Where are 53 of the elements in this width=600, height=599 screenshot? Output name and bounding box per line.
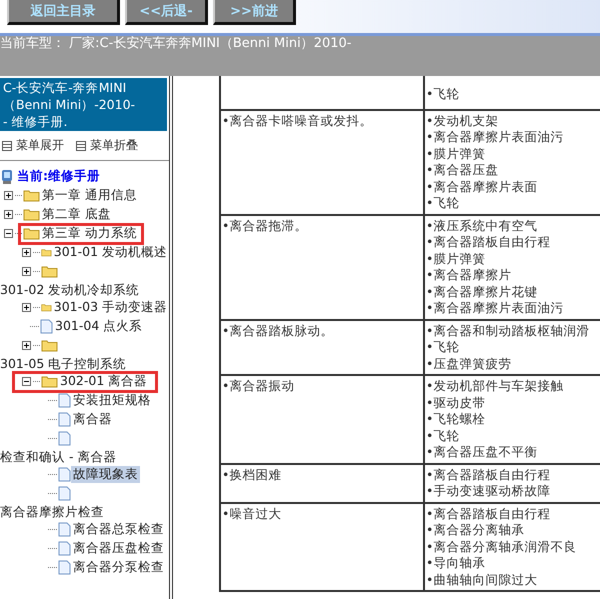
symptom-cell: •离合器踏板脉动。	[220, 320, 424, 375]
document-icon	[58, 486, 71, 501]
symptom-cell: •离合器振动	[220, 375, 424, 464]
document-icon	[58, 393, 71, 408]
manual-title: C-长安汽车-奔奔MINI（Benni Mini）-2010-- 维修手册.	[0, 78, 167, 131]
folder-icon	[41, 265, 58, 278]
symptom-cell: •离合器拖滞。	[220, 214, 424, 320]
expand-toggle[interactable]	[22, 341, 31, 350]
folder-icon	[41, 339, 58, 352]
expand-toggle[interactable]	[22, 267, 31, 276]
document-icon	[58, 541, 71, 556]
symptom-cell: •离合器卡嗒噪音或发抖。	[220, 110, 424, 214]
tree-item[interactable]: 检查和确认 - 离合器	[0, 448, 116, 465]
expand-toggle[interactable]	[22, 377, 31, 386]
document-icon	[58, 522, 71, 537]
tree-root-label[interactable]: 当前:维修手册	[17, 168, 100, 185]
document-icon	[58, 412, 71, 427]
tree-item[interactable]: 301-01 发动机概述	[52, 244, 169, 261]
tree-item[interactable]: 第三章 动力系统	[40, 225, 139, 242]
list-icon[interactable]	[76, 140, 86, 150]
list-icon[interactable]	[2, 140, 12, 150]
tree-item[interactable]: 302-01 离合器	[58, 373, 150, 390]
tree-item[interactable]: 离合器摩擦片检查	[0, 503, 104, 520]
computer-icon	[0, 168, 14, 184]
expand-toggle[interactable]	[22, 303, 31, 312]
menu-link[interactable]: 菜单折叠	[90, 137, 138, 154]
expand-toggle[interactable]	[22, 248, 31, 257]
tree-item[interactable]: 故障现象表	[71, 466, 140, 483]
menu-link[interactable]: 菜单展开	[16, 137, 64, 154]
symptom-cell: •换档困难	[220, 464, 424, 502]
tree-item[interactable]: 第一章 通用信息	[40, 187, 139, 204]
vehicle-model-text: 当前车型： 厂家:C-长安汽车奔奔MINI（Benni Mini）2010-	[0, 36, 352, 51]
expand-toggle[interactable]	[4, 191, 13, 200]
tree-item[interactable]: 离合器压盘检查	[71, 540, 166, 557]
tree-item[interactable]: 安装扭矩规格	[71, 392, 153, 409]
symptom-cell: •噪音过大	[220, 502, 424, 591]
expand-toggle[interactable]	[4, 229, 13, 238]
document-icon	[58, 560, 71, 575]
tree-item[interactable]: 离合器	[71, 411, 114, 428]
tree-item[interactable]: 301-02 发动机冷却系统	[0, 281, 140, 298]
tree-item[interactable]: 离合器总泵检查	[71, 521, 166, 538]
tree-item[interactable]: 301-05 电子控制系统	[0, 355, 126, 372]
expand-toggle[interactable]	[4, 210, 13, 219]
tree-item[interactable]: 离合器分泵检查	[71, 559, 166, 576]
document-icon	[40, 319, 53, 334]
tree-item[interactable]: 第二章 底盘	[40, 206, 113, 223]
folder-icon	[23, 227, 40, 240]
folder-icon	[23, 208, 40, 221]
folder-icon	[23, 189, 40, 202]
folder-icon	[41, 375, 58, 388]
document-icon	[58, 431, 71, 446]
tree-item[interactable]: 301-04 点火系	[53, 318, 144, 335]
tree-item[interactable]: 301-03 手动变速器	[52, 299, 169, 316]
